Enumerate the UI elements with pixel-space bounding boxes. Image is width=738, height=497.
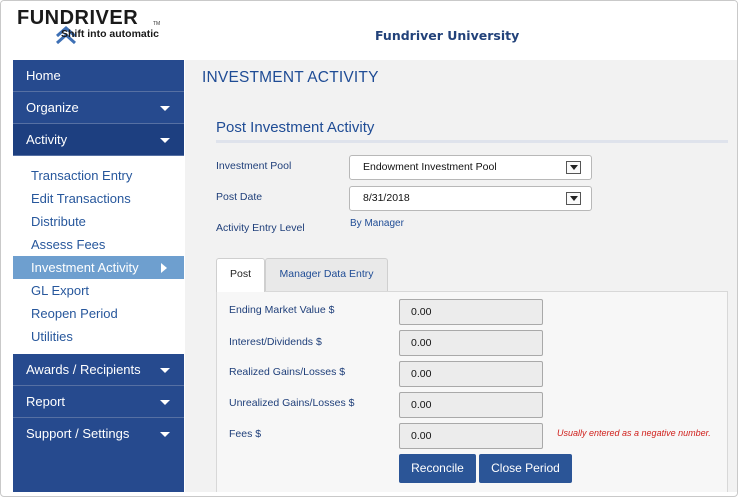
entry-level-value: By Manager: [350, 218, 404, 229]
dropdown-arrow-icon[interactable]: [566, 192, 581, 205]
ending-market-value-label: Ending Market Value $: [229, 304, 335, 316]
sidebar-nav: Home Organize Activity Transaction Entry…: [13, 60, 184, 492]
sidebar-footer-fill: [13, 449, 184, 492]
logo-wordmark: FUNDRIVER: [17, 7, 139, 29]
nav-support-settings[interactable]: Support / Settings: [13, 418, 184, 450]
main-content: INVESTMENT ACTIVITY Post Investment Acti…: [185, 60, 737, 492]
caret-down-icon: [160, 106, 170, 111]
sidebar-item-label: Investment Activity: [31, 260, 139, 275]
unrealized-gains-input[interactable]: 0.00: [399, 392, 543, 418]
tab-post[interactable]: Post: [216, 258, 265, 292]
nav-organize-label: Organize: [26, 100, 79, 115]
app-window: FUNDRIVER TM Shift into automatic Fundri…: [0, 0, 738, 497]
unrealized-gains-label: Unrealized Gains/Losses $: [229, 397, 355, 409]
sidebar-item-utilities[interactable]: Utilities: [13, 325, 184, 348]
post-date-value: 8/31/2018: [363, 192, 410, 204]
nav-report-label: Report: [26, 394, 66, 409]
caret-down-icon: [160, 138, 170, 143]
nav-report[interactable]: Report: [13, 386, 184, 418]
investment-pool-label: Investment Pool: [216, 160, 292, 172]
section-title: Post Investment Activity: [216, 119, 375, 136]
nav-awards-recipients[interactable]: Awards / Recipients: [13, 354, 184, 386]
logo-trademark: TM: [153, 21, 161, 27]
sidebar-item-investment-activity[interactable]: Investment Activity: [13, 256, 184, 279]
caret-down-icon: [160, 368, 170, 373]
fundriver-logo[interactable]: FUNDRIVER TM Shift into automatic: [17, 7, 160, 45]
page-title: INVESTMENT ACTIVITY: [202, 69, 379, 86]
post-date-select[interactable]: 8/31/2018: [349, 186, 592, 211]
sidebar-item-gl-export[interactable]: GL Export: [13, 279, 184, 302]
entry-level-label: Activity Entry Level: [216, 222, 305, 234]
caret-down-icon: [160, 432, 170, 437]
sidebar-item-edit-transactions[interactable]: Edit Transactions: [13, 187, 184, 210]
fees-input[interactable]: 0.00: [399, 423, 543, 449]
nav-support-label: Support / Settings: [26, 426, 130, 441]
post-date-label: Post Date: [216, 191, 263, 203]
sidebar-item-transaction-entry[interactable]: Transaction Entry: [13, 164, 184, 187]
nav-awards-label: Awards / Recipients: [26, 362, 141, 377]
nav-activity-label: Activity: [26, 132, 68, 147]
realized-gains-input[interactable]: 0.00: [399, 361, 543, 387]
nav-organize[interactable]: Organize: [13, 92, 184, 124]
reconcile-button[interactable]: Reconcile: [399, 454, 476, 483]
dropdown-arrow-icon[interactable]: [566, 161, 581, 174]
close-period-button[interactable]: Close Period: [479, 454, 572, 483]
header: FUNDRIVER TM Shift into automatic Fundri…: [1, 1, 737, 60]
caret-down-icon: [160, 400, 170, 405]
tab-manager-data-entry[interactable]: Manager Data Entry: [265, 258, 388, 291]
interest-dividends-label: Interest/Dividends $: [229, 336, 322, 348]
section-divider: [216, 140, 728, 143]
investment-pool-value: Endowment Investment Pool: [363, 161, 497, 173]
logo-tagline: Shift into automatic: [61, 28, 159, 40]
ending-market-value-input[interactable]: 0.00: [399, 299, 543, 325]
activity-submenu: Transaction Entry Edit Transactions Dist…: [13, 156, 184, 354]
triangle-right-icon: [161, 263, 167, 273]
realized-gains-label: Realized Gains/Losses $: [229, 366, 346, 378]
fees-hint: Usually entered as a negative number.: [557, 428, 711, 438]
nav-home[interactable]: Home: [13, 60, 184, 92]
organization-name: Fundriver University: [375, 28, 520, 43]
sidebar-item-reopen-period[interactable]: Reopen Period: [13, 302, 184, 325]
sidebar-item-distribute[interactable]: Distribute: [13, 210, 184, 233]
investment-pool-select[interactable]: Endowment Investment Pool: [349, 155, 592, 180]
interest-dividends-input[interactable]: 0.00: [399, 330, 543, 356]
nav-activity[interactable]: Activity: [13, 124, 184, 156]
sidebar-item-assess-fees[interactable]: Assess Fees: [13, 233, 184, 256]
fees-label: Fees $: [229, 428, 262, 440]
